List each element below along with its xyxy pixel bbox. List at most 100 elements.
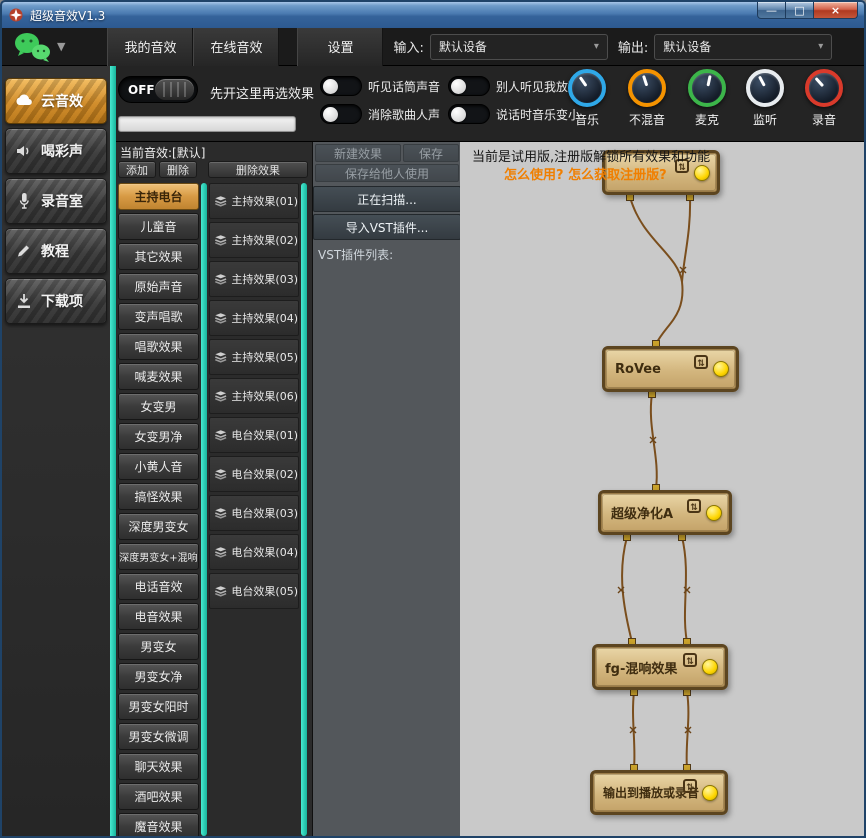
power-state-label: OFF [119,83,155,97]
category-item[interactable]: 小黄人音 [118,453,199,480]
tab-settings[interactable]: 设置 [297,28,383,66]
tab-my-effects[interactable]: 我的音效 [107,28,193,66]
category-item[interactable]: 深度男变女+混响 [118,543,199,570]
preset-item[interactable]: 主持效果(03) [209,261,299,297]
preset-item[interactable]: 主持效果(04) [209,300,299,336]
preset-item[interactable]: 电台效果(04) [209,534,299,570]
node-power-led[interactable] [713,361,729,377]
category-item[interactable]: 魔音效果 [118,813,199,836]
node-power-led[interactable] [694,165,710,181]
sidebar-item-tutorial[interactable]: 教程 [5,228,107,274]
knob-pointer [566,67,608,109]
layers-icon [213,388,228,404]
level-progress-bar[interactable] [118,116,296,132]
category-item[interactable]: 男变女阳时 [118,693,199,720]
toggle-hear-mic-switch[interactable] [320,76,362,96]
delete-button[interactable]: 删除 [159,161,197,178]
category-item[interactable]: 男变女 [118,633,199,660]
preset-item[interactable]: 电台效果(02) [209,456,299,492]
category-item[interactable]: 喊麦效果 [118,363,199,390]
swap-arrows-icon[interactable]: ⇅ [687,499,701,513]
preset-item[interactable]: 电台效果(05) [209,573,299,609]
category-item[interactable]: 唱歌效果 [118,333,199,360]
window-title: 超级音效V1.3 [30,7,105,24]
preset-item[interactable]: 电台效果(03) [209,495,299,531]
node-title: RoVee [615,349,661,389]
toggle-duck-music-switch[interactable] [448,104,490,124]
record-knob[interactable] [805,69,843,107]
save-button[interactable]: 保存 [403,144,459,162]
swap-arrows-icon[interactable]: ⇅ [694,355,708,369]
preset-item[interactable]: 主持效果(05) [209,339,299,375]
sidebar-item-cheers[interactable]: 喝彩声 [5,128,107,174]
save-for-others-button[interactable]: 保存给他人使用 [315,164,459,182]
category-item[interactable]: 聊天效果 [118,753,199,780]
preset-item[interactable]: 主持效果(06) [209,378,299,414]
tab-online-effects[interactable]: 在线音效 [193,28,279,66]
knob-label: 监听 [741,111,789,128]
mic-knob[interactable] [688,69,726,107]
sidebar-item-recording-studio[interactable]: 录音室 [5,178,107,224]
master-power-switch[interactable]: OFF [118,76,198,103]
swap-arrows-icon[interactable]: ⇅ [683,653,697,667]
category-item[interactable]: 电音效果 [118,603,199,630]
content-row: 当前音效:[默认] 添加 删除 删除效果 主持电台 儿童音 其它效果 原始声音 … [116,142,864,836]
monitor-knob[interactable] [746,69,784,107]
delete-effect-button[interactable]: 删除效果 [208,161,308,178]
toggle-others-hear-music-switch[interactable] [448,76,490,96]
layers-icon [213,193,228,209]
category-item[interactable]: 其它效果 [118,243,199,270]
sidebar-item-downloads[interactable]: 下载项 [5,278,107,324]
effect-node-rovee[interactable]: RoVee ⇅ [602,346,739,392]
maximize-button[interactable]: □ [786,2,813,19]
scanning-status-button[interactable]: 正在扫描... [313,186,461,212]
category-item[interactable]: 电话音效 [118,573,199,600]
layers-icon [213,427,228,443]
register-help-link[interactable]: 怎么使用? 怎么获取注册版? [504,164,667,183]
effect-node-super-purify[interactable]: 超级净化A ⇅ [598,490,732,535]
node-power-led[interactable] [706,505,722,521]
effect-node-output[interactable]: 输出到播放或录音 ⇅ [590,770,728,815]
new-effect-button[interactable]: 新建效果 [315,144,401,162]
category-item[interactable]: 女变男净 [118,423,199,450]
category-item[interactable]: 女变男 [118,393,199,420]
category-item[interactable]: 深度男变女 [118,513,199,540]
node-canvas: 当前是试用版,注册版解锁所有效果和功能 怎么使用? 怎么获取注册版? [460,142,864,836]
knob-label: 音乐 [563,111,611,128]
toggle-remove-vocals-switch[interactable] [320,104,362,124]
input-device-select[interactable]: 默认设备 ▾ [430,34,608,60]
category-item[interactable]: 儿童音 [118,213,199,240]
minimize-button[interactable]: — [757,2,786,19]
preset-scrollbar[interactable] [301,183,307,836]
add-button[interactable]: 添加 [118,161,156,178]
swap-arrows-icon[interactable]: ⇅ [683,779,697,793]
category-item[interactable]: 男变女净 [118,663,199,690]
category-list: 主持电台 儿童音 其它效果 原始声音 变声唱歌 唱歌效果 喊麦效果 女变男 女变… [118,183,199,836]
category-item[interactable]: 酒吧效果 [118,783,199,810]
preset-item[interactable]: 主持效果(01) [209,183,299,219]
effect-node-reverb[interactable]: fg-混响效果 ⇅ [592,644,728,690]
knob-pointer [689,70,725,106]
category-item[interactable]: 男变女微调 [118,723,199,750]
import-vst-button[interactable]: 导入VST插件... [313,214,461,240]
preset-item[interactable]: 电台效果(01) [209,417,299,453]
preset-label: 主持效果(04) [231,310,298,326]
category-item[interactable]: 主持电台 [118,183,199,210]
preset-label: 主持效果(06) [231,388,298,404]
preset-item[interactable]: 主持效果(02) [209,222,299,258]
node-power-led[interactable] [702,785,718,801]
category-scrollbar[interactable] [201,183,207,836]
close-button[interactable]: × [813,2,858,19]
toggle-others-hear-music: 别人听见我放歌 [448,76,580,96]
node-power-led[interactable] [702,659,718,675]
sidebar-item-cloud-effects[interactable]: 云音效 [5,78,107,124]
category-item[interactable]: 变声唱歌 [118,303,199,330]
category-item[interactable]: 搞怪效果 [118,483,199,510]
music-knob[interactable] [568,69,606,107]
output-device-select[interactable]: 默认设备 ▾ [654,34,832,60]
wechat-button[interactable]: ▼ [12,30,65,64]
power-switch-grip[interactable] [155,79,194,100]
no-mix-knob[interactable] [628,69,666,107]
category-item[interactable]: 原始声音 [118,273,199,300]
wechat-dropdown-icon[interactable]: ▼ [57,40,65,53]
